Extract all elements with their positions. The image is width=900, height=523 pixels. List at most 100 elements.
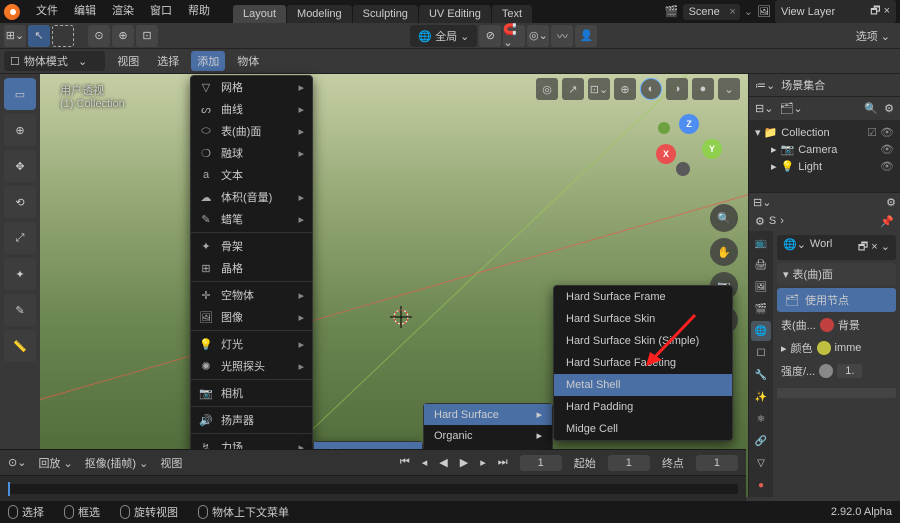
menu-add[interactable]: 添加 bbox=[191, 51, 225, 71]
add-empty[interactable]: ✛空物体▸ bbox=[191, 281, 312, 306]
tab-sculpting[interactable]: Sculpting bbox=[353, 5, 418, 23]
outliner-display-mode-icon[interactable]: ⊟⌄ bbox=[755, 102, 773, 115]
add-metaball[interactable]: ❍融球▸ bbox=[191, 142, 312, 164]
menu-window[interactable]: 窗口 bbox=[142, 0, 180, 23]
gizmo-toggle-icon[interactable]: ◎ bbox=[536, 78, 558, 100]
add-light[interactable]: 💡灯光▸ bbox=[191, 330, 312, 355]
jump-start-icon[interactable]: ⏮ bbox=[400, 456, 410, 469]
menu-edit[interactable]: 编辑 bbox=[66, 0, 104, 23]
add-text[interactable]: a文本 bbox=[191, 164, 312, 186]
options-dropdown[interactable]: 选项 ⌄ bbox=[850, 25, 896, 47]
pan-icon[interactable]: ✋ bbox=[710, 238, 738, 266]
tab-modeling[interactable]: Modeling bbox=[287, 5, 352, 23]
strength-value[interactable]: 1. bbox=[837, 364, 862, 378]
play-rev-icon[interactable]: ◀ bbox=[439, 456, 447, 469]
snap2-icon[interactable]: 🧲⌄ bbox=[503, 25, 525, 47]
shading-wireframe-icon[interactable]: ⊕ bbox=[614, 78, 636, 100]
end-frame[interactable]: 1 bbox=[696, 455, 738, 471]
tool-scale[interactable]: ⤢ bbox=[4, 222, 36, 254]
add-speaker[interactable]: 🔊扬声器 bbox=[191, 406, 312, 431]
outliner-light-row[interactable]: ▸ 💡 Light👁 bbox=[769, 158, 896, 175]
tool-annotate[interactable]: ✎ bbox=[4, 294, 36, 326]
template-organic[interactable]: Organic▸ bbox=[424, 425, 552, 446]
shading-rendered-icon[interactable]: ● bbox=[692, 78, 714, 100]
orientation-selector[interactable]: 🌐 全局 ⌄ bbox=[410, 25, 477, 47]
timeline-keying[interactable]: 抠像(插帧) ⌄ bbox=[85, 455, 149, 471]
props-editor-icon[interactable]: ⊟⌄ bbox=[753, 196, 771, 209]
cursor-tool-icon[interactable]: ↖ bbox=[28, 25, 50, 47]
proportional-icon[interactable]: ◎⌄ bbox=[527, 25, 549, 47]
shading-options-icon[interactable]: ⌄ bbox=[718, 78, 740, 100]
tool-rotate[interactable]: ⟲ bbox=[4, 186, 36, 218]
outliner-editor-icon[interactable]: ≔⌄ bbox=[755, 79, 775, 92]
add-lightprobe[interactable]: ✺光照探头▸ bbox=[191, 355, 312, 377]
ptab-render[interactable]: 📺 bbox=[751, 233, 771, 253]
add-camera[interactable]: 📷相机 bbox=[191, 379, 312, 404]
add-volume[interactable]: ☁体积(音量)▸ bbox=[191, 186, 312, 208]
mode-selector[interactable]: ☐ 物体模式 ⌄ bbox=[4, 51, 105, 71]
ptab-material[interactable]: ● bbox=[751, 475, 771, 495]
scene-selector[interactable]: Scene× bbox=[683, 4, 740, 20]
timeline-track[interactable] bbox=[0, 475, 746, 501]
ptab-physics[interactable]: ⚛ bbox=[751, 409, 771, 429]
pin-icon[interactable]: 📌 bbox=[880, 215, 894, 228]
timeline-view[interactable]: 视图 bbox=[160, 455, 182, 471]
add-image[interactable]: 🖼图像▸ bbox=[191, 306, 312, 328]
menu-select[interactable]: 选择 bbox=[151, 53, 185, 69]
tool-move[interactable]: ✥ bbox=[4, 150, 36, 182]
outliner-collection-row[interactable]: ▾ 📁 Collection☑ 👁 bbox=[753, 124, 896, 141]
add-lattice[interactable]: ⊞晶格 bbox=[191, 257, 312, 279]
tab-layout[interactable]: Layout bbox=[233, 5, 286, 23]
outliner-filter2-icon[interactable]: ⚙ bbox=[884, 102, 894, 115]
props-options-icon[interactable]: ⚙ bbox=[886, 196, 896, 209]
shading-solid-icon[interactable]: ◐ bbox=[640, 78, 662, 100]
menu-render[interactable]: 渲染 bbox=[104, 0, 142, 23]
xray-icon[interactable]: ⊡⌄ bbox=[588, 78, 610, 100]
tool-measure[interactable]: 📏 bbox=[4, 330, 36, 362]
tool-transform[interactable]: ✦ bbox=[4, 258, 36, 290]
ptab-output[interactable]: 🖨 bbox=[751, 255, 771, 275]
hs-skin-simple[interactable]: Hard Surface Skin (Simple) bbox=[554, 330, 732, 352]
props-breadcrumb[interactable]: S bbox=[769, 215, 776, 227]
intensity-slider[interactable] bbox=[777, 388, 896, 398]
menu-file[interactable]: 文件 bbox=[28, 0, 66, 23]
hs-hard-padding[interactable]: Hard Padding bbox=[554, 396, 732, 418]
outliner-filter-icon[interactable]: 🗂⌄ bbox=[779, 102, 802, 115]
hs-skin[interactable]: Hard Surface Skin bbox=[554, 308, 732, 330]
add-armature[interactable]: ✦骨架 bbox=[191, 232, 312, 257]
pivot-icon[interactable]: ⊙ bbox=[88, 25, 110, 47]
hs-metal-shell[interactable]: Metal Shell bbox=[554, 374, 732, 396]
ptab-viewlayer[interactable]: 🖼 bbox=[751, 277, 771, 297]
tab-uvediting[interactable]: UV Editing bbox=[419, 5, 491, 23]
editor-type-selector[interactable]: ⊞⌄ bbox=[4, 25, 26, 47]
use-nodes-button[interactable]: 🗂使用节点 bbox=[777, 288, 896, 312]
ptab-world[interactable]: 🌐 bbox=[751, 321, 771, 341]
world-selector[interactable]: 🌐⌄ Worl 🗗 × ⌄ bbox=[777, 235, 896, 260]
template-hardsurface[interactable]: Hard Surface▸ bbox=[424, 404, 552, 425]
ptab-object[interactable]: ☐ bbox=[751, 343, 771, 363]
ptab-scene[interactable]: 🎬 bbox=[751, 299, 771, 319]
hs-faceting[interactable]: Hard Surface Faceting bbox=[554, 352, 732, 374]
tool-select-box[interactable]: ▭ bbox=[4, 78, 36, 110]
shading-material-icon[interactable]: ◑ bbox=[666, 78, 688, 100]
select-box-icon[interactable] bbox=[52, 25, 74, 47]
timeline-editor-icon[interactable]: ⊙⌄ bbox=[8, 456, 26, 469]
add-surface[interactable]: ⬭表(曲)面▸ bbox=[191, 120, 312, 142]
viewlayer-selector[interactable]: View Layer🗗 × bbox=[775, 0, 896, 23]
outliner-camera-row[interactable]: ▸ 📷 Camera👁 bbox=[769, 141, 896, 158]
ptab-particle[interactable]: ✨ bbox=[751, 387, 771, 407]
prop2-icon[interactable]: 〰 bbox=[551, 25, 573, 47]
pivot2-icon[interactable]: ⊕ bbox=[112, 25, 134, 47]
overlay-toggle-icon[interactable]: ↗ bbox=[562, 78, 584, 100]
outliner-search-icon[interactable]: 🔍 bbox=[864, 102, 878, 115]
timeline-playback[interactable]: 回放 ⌄ bbox=[38, 455, 72, 471]
prev-key-icon[interactable]: ◂ bbox=[422, 456, 428, 469]
ptab-constraint[interactable]: 🔗 bbox=[751, 431, 771, 451]
hs-midge-cell[interactable]: Midge Cell bbox=[554, 418, 732, 440]
pivot3-icon[interactable]: ⊡ bbox=[136, 25, 158, 47]
hs-frame[interactable]: Hard Surface Frame bbox=[554, 286, 732, 308]
jump-end-icon[interactable]: ⏭ bbox=[498, 456, 508, 469]
snap-icon[interactable]: ⊘ bbox=[479, 25, 501, 47]
add-curve[interactable]: ᔕ曲线▸ bbox=[191, 98, 312, 120]
tab-text[interactable]: Text bbox=[492, 5, 532, 23]
